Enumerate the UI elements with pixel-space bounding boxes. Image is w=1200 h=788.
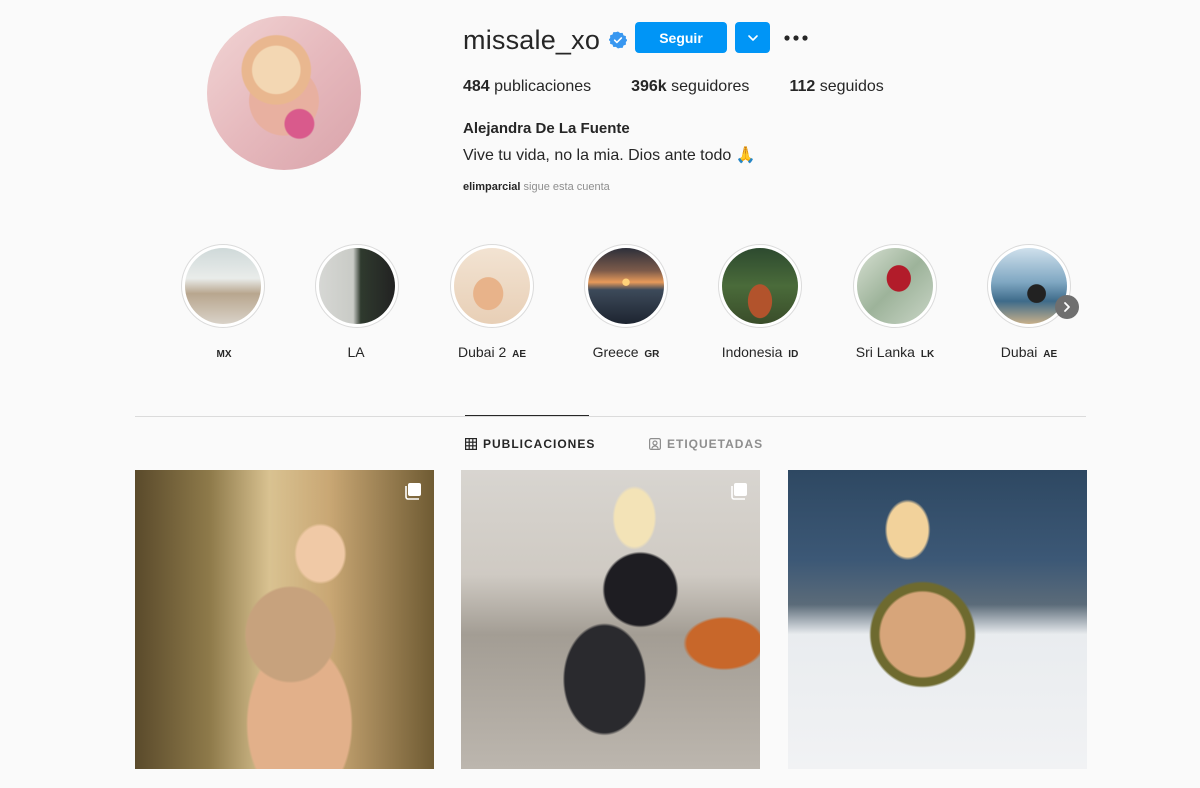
tab-posts[interactable]: PUBLICACIONES [465, 437, 595, 451]
highlight-name: Dubai 2 [457, 344, 507, 360]
followed-by-text: sigue esta cuenta [523, 181, 610, 193]
following-stat[interactable]: 112 seguidos [789, 78, 883, 96]
posts-label: publicaciones [494, 78, 592, 95]
following-count: 112 [789, 78, 816, 95]
following-label: seguidos [819, 78, 884, 95]
carousel-icon [405, 483, 421, 500]
highlight-cover [722, 248, 798, 324]
tab-tagged[interactable]: ETIQUETADAS [649, 437, 763, 451]
highlight-flag: AE [512, 349, 527, 360]
highlight-greece[interactable]: Greece GR [576, 244, 676, 360]
highlight-flag: LK [920, 349, 935, 360]
highlight-label: Dubai AE [979, 344, 1079, 360]
post-thumbnail[interactable] [135, 470, 434, 769]
posts-count: 484 [463, 78, 490, 95]
more-dots-icon [784, 35, 808, 41]
followed-by-user[interactable]: elimparcial [463, 181, 520, 193]
chevron-right-icon [1064, 302, 1070, 312]
highlight-ring [853, 244, 937, 328]
followers-label: seguidores [671, 78, 750, 95]
highlight-label: Sri Lanka LK [845, 344, 945, 360]
more-options-button[interactable] [782, 28, 810, 48]
highlight-la[interactable]: LA [307, 244, 407, 360]
highlight-flag: MX [216, 349, 232, 360]
profile-avatar[interactable] [207, 16, 361, 170]
highlight-ring [718, 244, 802, 328]
active-tab-indicator [465, 415, 589, 416]
story-highlights: MX LA Dubai 2 AE Greece GR Indonesia ID … [0, 244, 1200, 374]
grid-icon [465, 438, 477, 450]
suggested-dropdown-button[interactable] [735, 22, 770, 53]
highlight-label: Dubai 2 AE [442, 344, 542, 360]
highlight-ring [450, 244, 534, 328]
highlight-flag: AE [1043, 349, 1058, 360]
highlight-cover [185, 248, 261, 324]
highlight-cover [454, 248, 530, 324]
highlight-name: Indonesia [721, 344, 783, 360]
highlight-ring [584, 244, 668, 328]
followers-count: 396k [631, 78, 667, 95]
tabs-divider [135, 416, 1086, 417]
highlight-label: MX [173, 344, 273, 360]
username-row: missale_xo [463, 22, 628, 58]
highlight-indonesia[interactable]: Indonesia ID [710, 244, 810, 360]
carousel-icon [731, 483, 747, 500]
profile-stats: 484 publicaciones 396k seguidores 112 se… [463, 78, 924, 96]
highlights-next-button[interactable] [1055, 295, 1079, 319]
tab-tagged-label: ETIQUETADAS [667, 437, 764, 451]
full-name: Alejandra De La Fuente [463, 120, 630, 137]
highlight-ring [315, 244, 399, 328]
highlight-flag: ID [788, 349, 799, 360]
highlight-cover [319, 248, 395, 324]
highlight-sri-lanka[interactable]: Sri Lanka LK [845, 244, 945, 360]
bio-text: Vive tu vida, no la mia. Dios ante todo … [463, 147, 756, 164]
highlight-name: Sri Lanka [855, 344, 915, 360]
highlight-name: Dubai [1000, 344, 1038, 360]
post-thumbnail[interactable] [461, 470, 760, 769]
followed-by[interactable]: elimparcial sigue esta cuenta [463, 181, 610, 193]
post-thumbnail[interactable] [788, 470, 1087, 769]
highlight-label: LA [307, 344, 407, 360]
tagged-user-icon [649, 438, 661, 450]
follow-button[interactable]: Seguir [635, 22, 727, 53]
highlight-name: LA [347, 344, 365, 360]
chevron-down-icon [747, 34, 758, 41]
posts-stat: 484 publicaciones [463, 78, 591, 96]
verified-badge-icon [609, 31, 628, 49]
highlight-label: Greece GR [576, 344, 676, 360]
tab-posts-label: PUBLICACIONES [483, 437, 596, 451]
highlight-flag: GR [644, 349, 660, 360]
highlight-cover [857, 248, 933, 324]
highlight-name: Greece [592, 344, 639, 360]
highlight-label: Indonesia ID [710, 344, 810, 360]
username: missale_xo [463, 24, 601, 55]
highlight-mx[interactable]: MX [173, 244, 273, 360]
highlight-ring [181, 244, 265, 328]
followers-stat[interactable]: 396k seguidores [631, 78, 749, 96]
highlight-cover [588, 248, 664, 324]
highlight-dubai-2[interactable]: Dubai 2 AE [442, 244, 542, 360]
